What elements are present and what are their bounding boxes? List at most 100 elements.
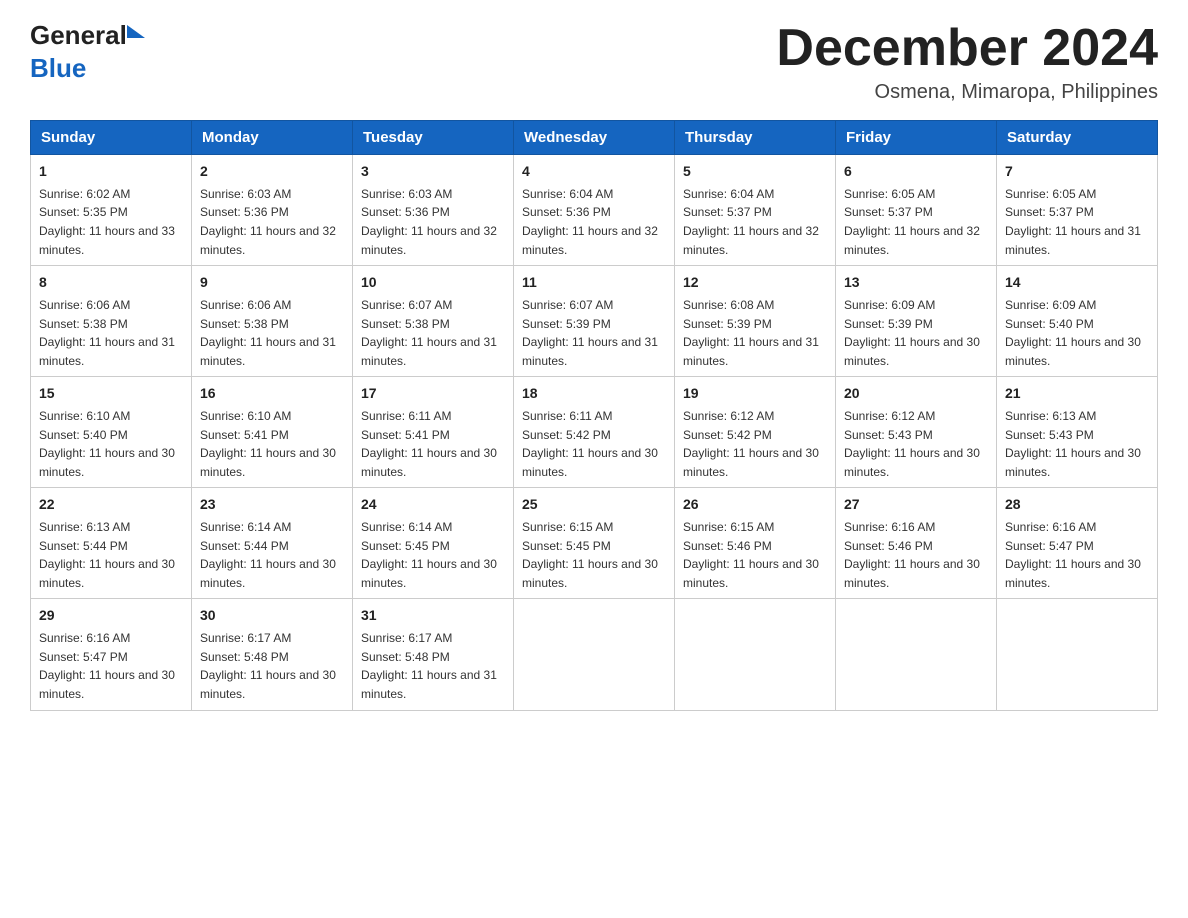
- calendar-cell: 20Sunrise: 6:12 AMSunset: 5:43 PMDayligh…: [836, 377, 997, 488]
- day-number: 29: [39, 605, 183, 627]
- calendar-week-row: 1Sunrise: 6:02 AMSunset: 5:35 PMDaylight…: [31, 155, 1158, 266]
- title-block: December 2024 Osmena, Mimaropa, Philippi…: [776, 20, 1158, 104]
- day-number: 9: [200, 272, 344, 294]
- calendar-cell: 3Sunrise: 6:03 AMSunset: 5:36 PMDaylight…: [353, 155, 514, 266]
- calendar-cell: [514, 599, 675, 710]
- weekday-header-row: SundayMondayTuesdayWednesdayThursdayFrid…: [31, 121, 1158, 155]
- calendar-cell: 27Sunrise: 6:16 AMSunset: 5:46 PMDayligh…: [836, 488, 997, 599]
- page-header: General Blue December 2024 Osmena, Mimar…: [30, 20, 1158, 104]
- calendar-cell: 13Sunrise: 6:09 AMSunset: 5:39 PMDayligh…: [836, 266, 997, 377]
- calendar-cell: 15Sunrise: 6:10 AMSunset: 5:40 PMDayligh…: [31, 377, 192, 488]
- day-number: 18: [522, 383, 666, 405]
- day-info: Sunrise: 6:16 AMSunset: 5:47 PMDaylight:…: [1005, 518, 1149, 592]
- day-number: 22: [39, 494, 183, 516]
- weekday-header-saturday: Saturday: [997, 121, 1158, 155]
- day-number: 12: [683, 272, 827, 294]
- day-number: 17: [361, 383, 505, 405]
- day-number: 23: [200, 494, 344, 516]
- day-info: Sunrise: 6:06 AMSunset: 5:38 PMDaylight:…: [39, 296, 183, 370]
- day-number: 24: [361, 494, 505, 516]
- calendar-cell: 29Sunrise: 6:16 AMSunset: 5:47 PMDayligh…: [31, 599, 192, 710]
- day-number: 1: [39, 161, 183, 183]
- day-info: Sunrise: 6:05 AMSunset: 5:37 PMDaylight:…: [1005, 185, 1149, 259]
- weekday-header-tuesday: Tuesday: [353, 121, 514, 155]
- day-info: Sunrise: 6:05 AMSunset: 5:37 PMDaylight:…: [844, 185, 988, 259]
- logo-arrow-icon: [127, 25, 145, 38]
- day-info: Sunrise: 6:04 AMSunset: 5:36 PMDaylight:…: [522, 185, 666, 259]
- day-number: 15: [39, 383, 183, 405]
- day-info: Sunrise: 6:06 AMSunset: 5:38 PMDaylight:…: [200, 296, 344, 370]
- weekday-header-sunday: Sunday: [31, 121, 192, 155]
- day-info: Sunrise: 6:13 AMSunset: 5:44 PMDaylight:…: [39, 518, 183, 592]
- day-number: 26: [683, 494, 827, 516]
- day-number: 8: [39, 272, 183, 294]
- day-info: Sunrise: 6:03 AMSunset: 5:36 PMDaylight:…: [200, 185, 344, 259]
- weekday-header-friday: Friday: [836, 121, 997, 155]
- calendar-cell: 11Sunrise: 6:07 AMSunset: 5:39 PMDayligh…: [514, 266, 675, 377]
- day-info: Sunrise: 6:11 AMSunset: 5:42 PMDaylight:…: [522, 407, 666, 481]
- calendar-cell: 18Sunrise: 6:11 AMSunset: 5:42 PMDayligh…: [514, 377, 675, 488]
- calendar-cell: 24Sunrise: 6:14 AMSunset: 5:45 PMDayligh…: [353, 488, 514, 599]
- calendar-week-row: 8Sunrise: 6:06 AMSunset: 5:38 PMDaylight…: [31, 266, 1158, 377]
- month-title: December 2024: [776, 20, 1158, 77]
- day-number: 6: [844, 161, 988, 183]
- day-number: 16: [200, 383, 344, 405]
- calendar-week-row: 22Sunrise: 6:13 AMSunset: 5:44 PMDayligh…: [31, 488, 1158, 599]
- calendar-cell: 17Sunrise: 6:11 AMSunset: 5:41 PMDayligh…: [353, 377, 514, 488]
- day-number: 21: [1005, 383, 1149, 405]
- calendar-cell: 1Sunrise: 6:02 AMSunset: 5:35 PMDaylight…: [31, 155, 192, 266]
- day-info: Sunrise: 6:07 AMSunset: 5:39 PMDaylight:…: [522, 296, 666, 370]
- day-number: 14: [1005, 272, 1149, 294]
- calendar-cell: 7Sunrise: 6:05 AMSunset: 5:37 PMDaylight…: [997, 155, 1158, 266]
- day-number: 13: [844, 272, 988, 294]
- day-info: Sunrise: 6:14 AMSunset: 5:44 PMDaylight:…: [200, 518, 344, 592]
- day-number: 19: [683, 383, 827, 405]
- calendar-cell: 8Sunrise: 6:06 AMSunset: 5:38 PMDaylight…: [31, 266, 192, 377]
- day-number: 5: [683, 161, 827, 183]
- day-info: Sunrise: 6:13 AMSunset: 5:43 PMDaylight:…: [1005, 407, 1149, 481]
- day-info: Sunrise: 6:16 AMSunset: 5:47 PMDaylight:…: [39, 629, 183, 703]
- location-subtitle: Osmena, Mimaropa, Philippines: [776, 81, 1158, 104]
- calendar-cell: 5Sunrise: 6:04 AMSunset: 5:37 PMDaylight…: [675, 155, 836, 266]
- calendar-week-row: 15Sunrise: 6:10 AMSunset: 5:40 PMDayligh…: [31, 377, 1158, 488]
- calendar-cell: 2Sunrise: 6:03 AMSunset: 5:36 PMDaylight…: [192, 155, 353, 266]
- day-info: Sunrise: 6:09 AMSunset: 5:40 PMDaylight:…: [1005, 296, 1149, 370]
- logo: General Blue: [30, 20, 145, 84]
- day-number: 28: [1005, 494, 1149, 516]
- day-info: Sunrise: 6:07 AMSunset: 5:38 PMDaylight:…: [361, 296, 505, 370]
- day-info: Sunrise: 6:02 AMSunset: 5:35 PMDaylight:…: [39, 185, 183, 259]
- day-info: Sunrise: 6:14 AMSunset: 5:45 PMDaylight:…: [361, 518, 505, 592]
- day-info: Sunrise: 6:17 AMSunset: 5:48 PMDaylight:…: [200, 629, 344, 703]
- weekday-header-wednesday: Wednesday: [514, 121, 675, 155]
- weekday-header-monday: Monday: [192, 121, 353, 155]
- day-number: 30: [200, 605, 344, 627]
- calendar-cell: [997, 599, 1158, 710]
- calendar-cell: 28Sunrise: 6:16 AMSunset: 5:47 PMDayligh…: [997, 488, 1158, 599]
- day-number: 11: [522, 272, 666, 294]
- day-info: Sunrise: 6:17 AMSunset: 5:48 PMDaylight:…: [361, 629, 505, 703]
- day-info: Sunrise: 6:15 AMSunset: 5:45 PMDaylight:…: [522, 518, 666, 592]
- calendar-cell: 6Sunrise: 6:05 AMSunset: 5:37 PMDaylight…: [836, 155, 997, 266]
- calendar-cell: 19Sunrise: 6:12 AMSunset: 5:42 PMDayligh…: [675, 377, 836, 488]
- weekday-header-thursday: Thursday: [675, 121, 836, 155]
- calendar-cell: 9Sunrise: 6:06 AMSunset: 5:38 PMDaylight…: [192, 266, 353, 377]
- calendar-cell: 23Sunrise: 6:14 AMSunset: 5:44 PMDayligh…: [192, 488, 353, 599]
- calendar-cell: 12Sunrise: 6:08 AMSunset: 5:39 PMDayligh…: [675, 266, 836, 377]
- day-number: 2: [200, 161, 344, 183]
- day-number: 20: [844, 383, 988, 405]
- day-info: Sunrise: 6:12 AMSunset: 5:43 PMDaylight:…: [844, 407, 988, 481]
- calendar-cell: 26Sunrise: 6:15 AMSunset: 5:46 PMDayligh…: [675, 488, 836, 599]
- calendar-cell: [675, 599, 836, 710]
- calendar-cell: 14Sunrise: 6:09 AMSunset: 5:40 PMDayligh…: [997, 266, 1158, 377]
- calendar-cell: 30Sunrise: 6:17 AMSunset: 5:48 PMDayligh…: [192, 599, 353, 710]
- calendar-cell: 25Sunrise: 6:15 AMSunset: 5:45 PMDayligh…: [514, 488, 675, 599]
- day-info: Sunrise: 6:03 AMSunset: 5:36 PMDaylight:…: [361, 185, 505, 259]
- day-info: Sunrise: 6:15 AMSunset: 5:46 PMDaylight:…: [683, 518, 827, 592]
- day-number: 7: [1005, 161, 1149, 183]
- logo-blue-text: Blue: [30, 53, 86, 83]
- day-info: Sunrise: 6:11 AMSunset: 5:41 PMDaylight:…: [361, 407, 505, 481]
- calendar-cell: 21Sunrise: 6:13 AMSunset: 5:43 PMDayligh…: [997, 377, 1158, 488]
- calendar-cell: [836, 599, 997, 710]
- day-info: Sunrise: 6:09 AMSunset: 5:39 PMDaylight:…: [844, 296, 988, 370]
- calendar-cell: 31Sunrise: 6:17 AMSunset: 5:48 PMDayligh…: [353, 599, 514, 710]
